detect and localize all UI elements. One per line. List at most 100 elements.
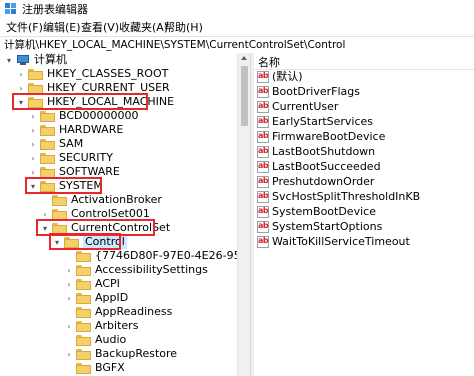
expand-icon[interactable]: ›	[28, 152, 38, 164]
tree-node-backuprestore[interactable]: › BackupRestore	[64, 347, 177, 361]
string-value-icon: ab	[257, 101, 269, 113]
expand-icon[interactable]: ›	[64, 264, 74, 276]
menu-bar: 文件(F) 编辑(E) 查看(V) 收藏夹(A) 帮助(H)	[0, 20, 474, 36]
tree-node-label: AppReadiness	[95, 305, 173, 318]
tree-node-security[interactable]: › SECURITY	[28, 151, 113, 165]
value-row[interactable]: ab SvcHostSplitThresholdInKB	[257, 190, 420, 204]
tree-node-audio[interactable]: Audio	[64, 333, 126, 347]
value-row[interactable]: ab PreshutdownOrder	[257, 175, 374, 189]
value-name: PreshutdownOrder	[272, 175, 375, 188]
tree-node-label: AccessibilitySettings	[95, 263, 208, 276]
values-list[interactable]: 名称 ab (默认) ab BootDriverFlags ab Current…	[254, 53, 474, 376]
address-path[interactable]: 计算机\HKEY_LOCAL_MACHINE\SYSTEM\CurrentCon…	[4, 38, 345, 52]
scroll-up-icon[interactable]	[241, 56, 247, 60]
tree-node-label: BackupRestore	[95, 347, 178, 360]
folder-icon	[40, 138, 55, 150]
string-value-icon: ab	[257, 176, 269, 188]
folder-icon	[76, 334, 91, 346]
value-row[interactable]: ab CurrentUser	[257, 100, 338, 114]
value-row[interactable]: ab (默认)	[257, 70, 303, 84]
expand-icon[interactable]: ›	[64, 292, 74, 304]
value-row[interactable]: ab LastBootSucceeded	[257, 160, 381, 174]
folder-icon	[76, 264, 91, 276]
folder-icon	[76, 250, 91, 262]
menu-edit[interactable]: 编辑(E)	[43, 21, 81, 35]
folder-icon	[76, 362, 91, 374]
registry-tree[interactable]: ▾ 计算机 › HKEY_CLASSES_ROOT › HKEY_CURRENT…	[0, 53, 250, 376]
tree-node-label: ACPI	[95, 277, 120, 290]
value-name: EarlyStartServices	[272, 115, 374, 128]
string-value-icon: ab	[257, 131, 269, 143]
value-row[interactable]: ab WaitToKillServiceTimeout	[257, 235, 410, 249]
value-row[interactable]: ab FirmwareBootDevice	[257, 130, 385, 144]
tree-node-computer[interactable]: ▾ 计算机	[4, 53, 67, 67]
value-name: WaitToKillServiceTimeout	[272, 235, 410, 248]
menu-help[interactable]: 帮助(H)	[164, 21, 203, 35]
string-value-icon: ab	[257, 236, 269, 248]
value-name: CurrentUser	[272, 100, 339, 113]
tree-node-bcd[interactable]: › BCD00000000	[28, 109, 139, 123]
string-value-icon: ab	[257, 116, 269, 128]
tree-node-appid[interactable]: › AppID	[64, 291, 128, 305]
tree-node-hardware[interactable]: › HARDWARE	[28, 123, 123, 137]
column-header-name[interactable]: 名称	[254, 53, 474, 70]
string-value-icon: ab	[257, 71, 269, 83]
tree-node-accessibilitysettings[interactable]: › AccessibilitySettings	[64, 263, 208, 277]
folder-icon	[28, 68, 43, 80]
tree-node-label: BGFX	[95, 361, 125, 374]
string-value-icon: ab	[257, 221, 269, 233]
value-row[interactable]: ab LastBootShutdown	[257, 145, 375, 159]
value-row[interactable]: ab BootDriverFlags	[257, 85, 360, 99]
expand-icon[interactable]: ›	[64, 320, 74, 332]
value-name: LastBootShutdown	[272, 145, 376, 158]
value-row[interactable]: ab SystemBootDevice	[257, 205, 376, 219]
tree-node-bgfx[interactable]: BGFX	[64, 361, 125, 375]
folder-icon	[40, 152, 55, 164]
tree-node-label: {7746D80F-97E0-4E26-9543-26B41FC	[95, 249, 250, 262]
value-name: BootDriverFlags	[272, 85, 361, 98]
tree-node-appreadiness[interactable]: AppReadiness	[64, 305, 172, 319]
folder-icon	[52, 208, 67, 220]
value-name: FirmwareBootDevice	[272, 130, 386, 143]
menu-file[interactable]: 文件(F)	[6, 21, 43, 35]
address-bar[interactable]: 计算机\HKEY_LOCAL_MACHINE\SYSTEM\CurrentCon…	[0, 36, 474, 54]
expand-icon[interactable]: ›	[28, 124, 38, 136]
tree-node-label: BCD00000000	[59, 109, 139, 122]
scroll-thumb[interactable]	[241, 66, 248, 126]
expand-icon[interactable]: ›	[64, 348, 74, 360]
string-value-icon: ab	[257, 206, 269, 218]
expand-icon[interactable]: ›	[28, 110, 38, 122]
tree-node-arbiters[interactable]: › Arbiters	[64, 319, 138, 333]
title-bar: 注册表编辑器	[0, 0, 474, 20]
folder-icon	[76, 278, 91, 290]
menu-favorites[interactable]: 收藏夹(A)	[119, 21, 168, 35]
tree-node-sam[interactable]: › SAM	[28, 137, 83, 151]
folder-icon	[76, 320, 91, 332]
highlight-box-system	[25, 177, 102, 194]
expand-icon[interactable]: ›	[28, 138, 38, 150]
tree-node-hkcr[interactable]: › HKEY_CLASSES_ROOT	[16, 67, 168, 81]
regedit-icon	[5, 3, 16, 14]
window-title: 注册表编辑器	[22, 3, 88, 16]
tree-node-activationbroker[interactable]: ActivationBroker	[40, 193, 162, 207]
tree-node-acpi[interactable]: › ACPI	[64, 277, 120, 291]
collapse-icon[interactable]: ▾	[4, 54, 14, 66]
tree-node-label: 计算机	[34, 53, 67, 66]
folder-icon	[76, 306, 91, 318]
folder-icon	[40, 110, 55, 122]
tree-node-label: HARDWARE	[59, 123, 124, 136]
value-name: SystemBootDevice	[272, 205, 376, 218]
folder-icon	[76, 348, 91, 360]
tree-scrollbar[interactable]	[237, 53, 251, 376]
tree-node-guid[interactable]: {7746D80F-97E0-4E26-9543-26B41FC	[64, 249, 250, 263]
menu-view[interactable]: 查看(V)	[81, 21, 119, 35]
expand-icon[interactable]: ›	[16, 68, 26, 80]
value-row[interactable]: ab EarlyStartServices	[257, 115, 373, 129]
tree-node-label: Arbiters	[95, 319, 139, 332]
value-row[interactable]: ab SystemStartOptions	[257, 220, 382, 234]
expand-icon[interactable]: ›	[64, 278, 74, 290]
